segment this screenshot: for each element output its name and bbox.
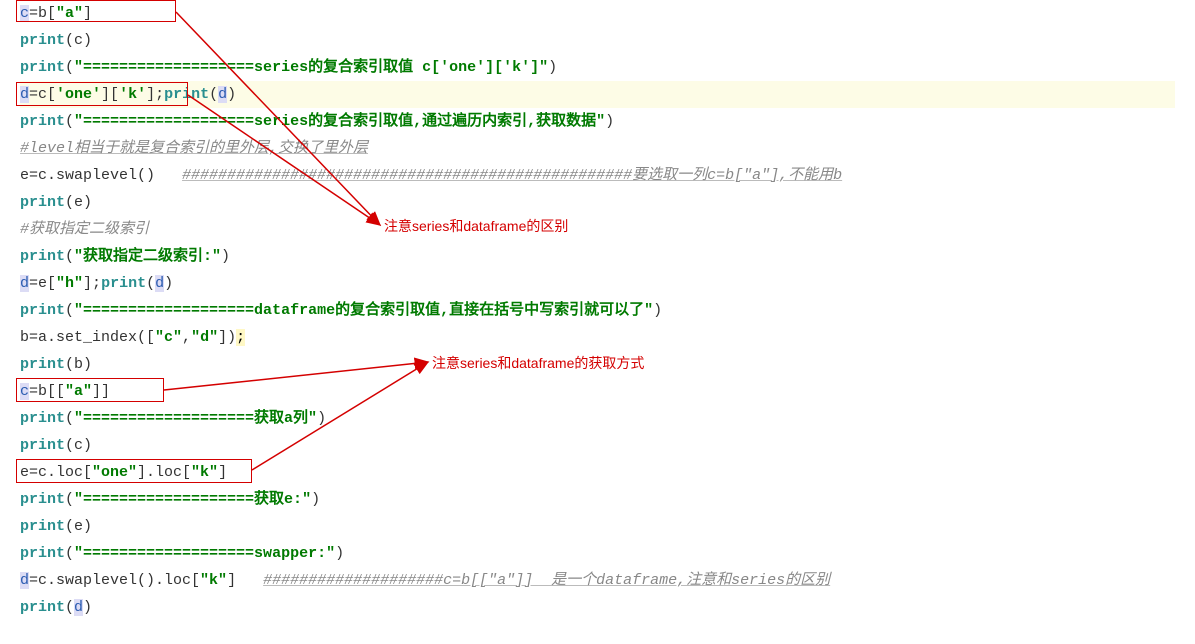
code-line[interactable]: print(d): [20, 594, 1175, 621]
code-line[interactable]: print(c): [20, 27, 1175, 54]
code-line[interactable]: print(b): [20, 351, 1175, 378]
code-line[interactable]: c=b["a"]: [20, 0, 1175, 27]
code-line[interactable]: #获取指定二级索引: [20, 216, 1175, 243]
code-line[interactable]: print("获取指定二级索引:"): [20, 243, 1175, 270]
code-line[interactable]: print("===================获取a列"): [20, 405, 1175, 432]
code-line-active[interactable]: d=c['one']['k'];print(d): [20, 81, 1175, 108]
code-line[interactable]: #level相当于就是复合索引的里外层,交换了里外层: [20, 135, 1175, 162]
code-editor[interactable]: c=b["a"] print(c) print("===============…: [0, 0, 1195, 621]
code-line[interactable]: print("===================dataframe的复合索引…: [20, 297, 1175, 324]
code-line[interactable]: print("===================series的复合索引取值,…: [20, 108, 1175, 135]
code-line[interactable]: d=e["h"];print(d): [20, 270, 1175, 297]
code-line[interactable]: e=c.loc["one"].loc["k"]: [20, 459, 1175, 486]
code-line[interactable]: print("===================swapper:"): [20, 540, 1175, 567]
code-line[interactable]: print("===================获取e:"): [20, 486, 1175, 513]
code-line[interactable]: c=b[["a"]]: [20, 378, 1175, 405]
code-line[interactable]: print("===================series的复合索引取值 …: [20, 54, 1175, 81]
var-c: c: [20, 5, 29, 22]
code-line[interactable]: b=a.set_index(["c","d"]);: [20, 324, 1175, 351]
code-line[interactable]: print(e): [20, 189, 1175, 216]
code-line[interactable]: print(c): [20, 432, 1175, 459]
code-line[interactable]: print(e): [20, 513, 1175, 540]
code-line[interactable]: e=c.swaplevel() ########################…: [20, 162, 1175, 189]
code-line[interactable]: d=c.swaplevel().loc["k"] ###############…: [20, 567, 1175, 594]
